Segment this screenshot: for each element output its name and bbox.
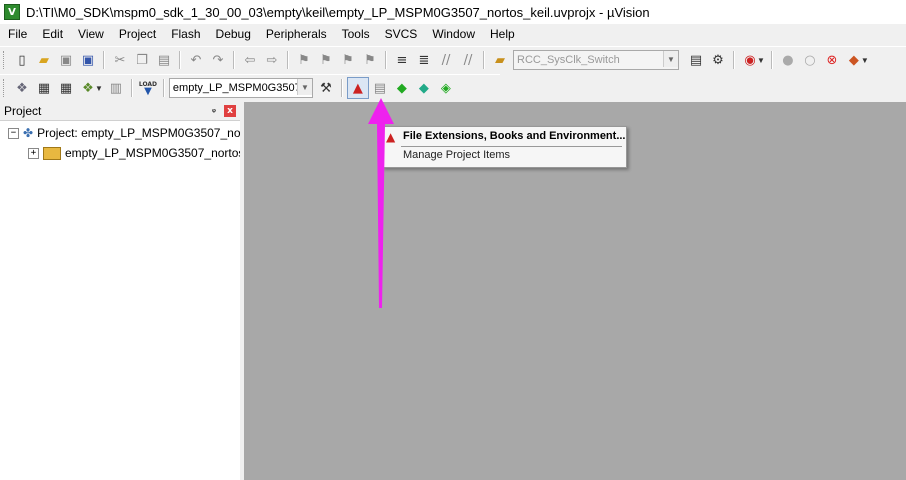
build-icon[interactable]: ▦	[33, 77, 55, 99]
toolbar-separator	[287, 51, 289, 69]
configure-icon[interactable]: ⚙	[707, 49, 729, 71]
nav-forward-icon[interactable]: ⇨	[261, 49, 283, 71]
menu-edit[interactable]: Edit	[34, 24, 70, 44]
debug-dropdown-icon[interactable]: ▼	[861, 56, 869, 65]
uncomment-icon[interactable]: //	[457, 49, 479, 71]
chevron-down-icon[interactable]: ▼	[663, 51, 678, 67]
toolbar-separator	[770, 51, 773, 69]
bookmark-clear-icon[interactable]: ⚑	[359, 49, 381, 71]
bookmark-icon[interactable]: ⚑	[293, 49, 315, 71]
pin-icon[interactable]: ᵩ	[212, 104, 216, 115]
build-toolbar: ❖ ▦ ▦ ❖ ▼ ▥ LOAD ▼ empty_LP_MSPM0G3507_ …	[0, 74, 500, 101]
nav-back-icon[interactable]: ⇦	[239, 49, 261, 71]
tree-item-label: empty_LP_MSPM0G3507_nortos_	[65, 146, 252, 160]
toolbar-separator	[733, 51, 735, 69]
title-bar: V D:\TI\M0_SDK\mspm0_sdk_1_30_00_03\empt…	[0, 0, 906, 24]
translate-icon[interactable]: ❖	[11, 77, 33, 99]
undo-icon[interactable]: ↶	[185, 49, 207, 71]
toolbar-separator	[233, 51, 235, 69]
target-folder-icon	[43, 146, 61, 160]
save-all-icon[interactable]: ▣	[77, 49, 99, 71]
target-options-icon[interactable]: ⚒	[315, 77, 337, 99]
menu-project[interactable]: Project	[111, 24, 163, 44]
menu-bar: File Edit View Project Flash Debug Perip…	[0, 24, 906, 44]
batch-dropdown-icon[interactable]: ▼	[95, 84, 103, 93]
menu-window[interactable]: Window	[424, 24, 482, 44]
project-icon: ✤	[23, 126, 34, 140]
load-arrow-icon: ▼	[144, 85, 152, 97]
select-software-packs-icon[interactable]: ◆	[413, 77, 435, 99]
project-items-dropdown: ▲ File Extensions, Books and Environment…	[382, 126, 627, 168]
menu-flash[interactable]: Flash	[163, 24, 207, 44]
menu-svcs[interactable]: SVCS	[377, 24, 425, 44]
project-panel-title: Project	[4, 104, 42, 118]
toolbar-separator	[179, 51, 181, 69]
stop-build-icon[interactable]: ▥	[105, 77, 127, 99]
breakpoint-disabled-icon[interactable]: ○	[799, 49, 821, 71]
paste-icon[interactable]: ▤	[153, 49, 175, 71]
unindent-icon[interactable]: ≣	[413, 49, 435, 71]
redo-icon[interactable]: ↷	[207, 49, 229, 71]
project-panel-header: Project ᵩ x	[0, 102, 240, 121]
toolbar-grip[interactable]	[3, 79, 7, 97]
menu-separator	[401, 146, 622, 147]
menu-view[interactable]: View	[70, 24, 111, 44]
window-title: D:\TI\M0_SDK\mspm0_sdk_1_30_00_03\empty\…	[26, 4, 650, 20]
menu-help[interactable]: Help	[482, 24, 522, 44]
function-combo-value: RCC_SysClk_Switch	[517, 54, 620, 66]
cut-icon[interactable]: ✂	[109, 49, 131, 71]
expand-icon[interactable]: +	[28, 147, 39, 159]
file-toolbar: ▯ ▰ ▣ ▣ ✂ ❐ ▤ ↶ ↷ ⇦ ⇨ ⚑ ⚑ ⚑ ⚑ ≡ ≣ // // …	[0, 46, 906, 73]
manage-run-time-icon[interactable]: ◈	[435, 77, 457, 99]
indent-icon[interactable]: ≡	[391, 49, 413, 71]
target-combo[interactable]: empty_LP_MSPM0G3507_ ▼	[168, 78, 313, 98]
tree-item-label: Project: empty_LP_MSPM0G3507_no	[37, 126, 241, 140]
breakpoint-kill-icon[interactable]: ⊗	[821, 49, 843, 71]
menu-tools[interactable]: Tools	[334, 24, 377, 44]
target-combo-value: empty_LP_MSPM0G3507_	[172, 82, 307, 94]
chevron-down-icon[interactable]: ▼	[296, 79, 312, 95]
breakpoint-icon[interactable]: ●	[777, 49, 799, 71]
load-icon[interactable]: LOAD ▼	[137, 77, 159, 99]
toolbar-separator	[385, 51, 387, 69]
toolbar-grip[interactable]	[3, 51, 7, 69]
menu-item-manage-project-items[interactable]: Manage Project Items	[403, 149, 510, 161]
comment-icon[interactable]: //	[435, 49, 457, 71]
new-file-icon[interactable]: ▯	[11, 49, 33, 71]
toolbar-separator	[483, 51, 485, 69]
menu-peripherals[interactable]: Peripherals	[258, 24, 334, 44]
search-dropdown-icon[interactable]: ▼	[757, 56, 765, 65]
function-combo[interactable]: RCC_SysClk_Switch ▼	[513, 50, 679, 70]
uvision-app-icon: V	[4, 4, 20, 20]
find-icon[interactable]: ▤	[685, 49, 707, 71]
find-in-files-icon[interactable]: ▰	[489, 49, 511, 71]
menu-file[interactable]: File	[0, 24, 34, 44]
project-panel: Project ᵩ x − ✤ Project: empty_LP_MSPM0G…	[0, 102, 251, 480]
close-icon[interactable]: x	[224, 105, 236, 117]
toolbar-separator	[162, 79, 165, 97]
menu-debug[interactable]: Debug	[208, 24, 258, 44]
copy-icon[interactable]: ❐	[131, 49, 153, 71]
rebuild-icon[interactable]: ▦	[55, 77, 77, 99]
menu-item-file-extensions[interactable]: File Extensions, Books and Environment..…	[403, 130, 626, 142]
annotation-arrow-icon	[368, 98, 394, 308]
bookmark-next-icon[interactable]: ⚑	[337, 49, 359, 71]
save-icon[interactable]: ▣	[55, 49, 77, 71]
tree-item-project[interactable]: − ✤ Project: empty_LP_MSPM0G3507_no	[8, 124, 241, 142]
toolbar-separator	[130, 79, 133, 97]
toolbar-separator	[340, 79, 343, 97]
tree-item-target[interactable]: + empty_LP_MSPM0G3507_nortos_	[28, 144, 251, 162]
toolbar-separator	[103, 51, 105, 69]
bookmark-prev-icon[interactable]: ⚑	[315, 49, 337, 71]
collapse-icon[interactable]: −	[8, 127, 19, 139]
open-folder-icon[interactable]: ▰	[33, 49, 55, 71]
